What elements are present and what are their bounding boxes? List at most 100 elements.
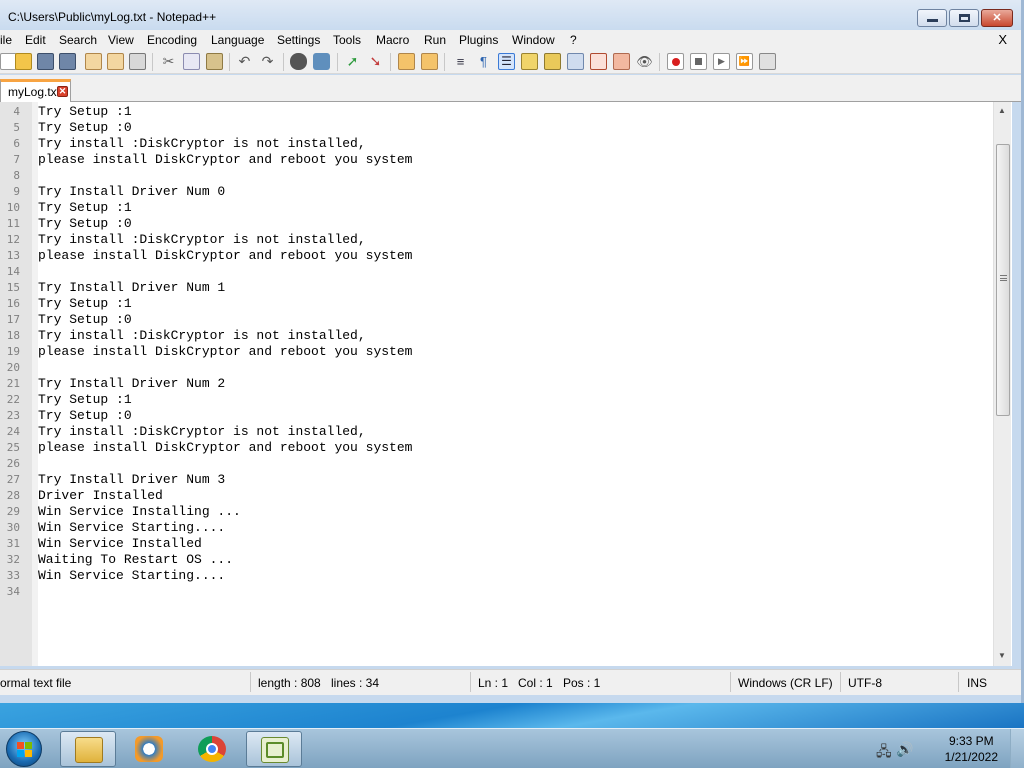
menu-run[interactable]: Run	[424, 33, 446, 47]
editor-line[interactable]: 4 Try Setup :1	[0, 104, 1000, 120]
editor-line[interactable]: 20	[0, 360, 1000, 376]
clock[interactable]: 9:33 PM 1/21/2022	[945, 733, 998, 765]
folder-workspace-icon[interactable]	[590, 53, 607, 70]
show-all-chars-icon[interactable]: ¶	[475, 53, 492, 70]
taskbar-explorer[interactable]	[60, 731, 116, 767]
editor-line[interactable]: 9 Try Install Driver Num 0	[0, 184, 1000, 200]
network-icon[interactable]: 🖧	[876, 741, 892, 765]
editor-line[interactable]: 25 please install DiskCryptor and reboot …	[0, 440, 1000, 456]
editor-line[interactable]: 34	[0, 584, 1000, 600]
open-file-icon[interactable]	[15, 53, 32, 70]
editor-line[interactable]: 22 Try Setup :1	[0, 392, 1000, 408]
editor-line[interactable]: 12 Try install :DiskCryptor is not instal…	[0, 232, 1000, 248]
taskbar-media-player[interactable]	[121, 731, 177, 767]
status-insert-mode[interactable]: INS	[967, 676, 987, 690]
editor-line[interactable]: 24 Try install :DiskCryptor is not instal…	[0, 424, 1000, 440]
play-macro-icon[interactable]: ▶	[713, 53, 730, 70]
scroll-up-icon[interactable]: ▲	[998, 106, 1006, 115]
status-encoding[interactable]: UTF-8	[848, 676, 882, 690]
menu-file[interactable]: ile	[0, 33, 12, 47]
tab-mylog[interactable]: myLog.txt ✕	[0, 79, 71, 102]
editor-line[interactable]: 10 Try Setup :1	[0, 200, 1000, 216]
menu-plugins[interactable]: Plugins	[459, 33, 498, 47]
record-macro-icon[interactable]	[667, 53, 684, 70]
editor-line[interactable]: 5 Try Setup :0	[0, 120, 1000, 136]
eye-icon[interactable]: 👁	[636, 53, 653, 70]
word-wrap-icon[interactable]: ≡	[452, 53, 469, 70]
taskbar-notepadpp[interactable]	[246, 731, 302, 767]
find-icon[interactable]	[290, 53, 307, 70]
editor-line[interactable]: 29 Win Service Installing ...	[0, 504, 1000, 520]
menu-edit[interactable]: Edit	[25, 33, 46, 47]
editor-line[interactable]: 15 Try Install Driver Num 1	[0, 280, 1000, 296]
editor-line[interactable]: 8	[0, 168, 1000, 184]
start-button[interactable]	[6, 731, 42, 767]
editor-area[interactable]: 4 Try Setup :1 5 Try Setup :0 6 Try install :…	[0, 102, 1012, 666]
taskbar-chrome[interactable]	[184, 731, 240, 767]
editor-line[interactable]: 31 Win Service Installed	[0, 536, 1000, 552]
line-text: please install DiskCryptor and reboot yo…	[38, 248, 413, 263]
editor-line[interactable]: 7 please install DiskCryptor and reboot y…	[0, 152, 1000, 168]
status-eol[interactable]: Windows (CR LF)	[738, 676, 833, 690]
editor-line[interactable]: 32 Waiting To Restart OS ...	[0, 552, 1000, 568]
editor-line[interactable]: 18 Try install :DiskCryptor is not instal…	[0, 328, 1000, 344]
editor-line[interactable]: 16 Try Setup :1	[0, 296, 1000, 312]
editor-line[interactable]: 14	[0, 264, 1000, 280]
save-icon[interactable]	[37, 53, 54, 70]
indent-guide-icon[interactable]: ☰	[498, 53, 515, 70]
menu-settings[interactable]: Settings	[277, 33, 320, 47]
close-document-button[interactable]: X	[998, 32, 1007, 47]
close-icon[interactable]	[85, 53, 102, 70]
volume-icon[interactable]: 🔊	[896, 741, 913, 758]
paste-icon[interactable]	[206, 53, 223, 70]
stop-record-icon[interactable]	[690, 53, 707, 70]
show-desktop-button[interactable]	[1010, 729, 1024, 768]
copy-icon[interactable]	[183, 53, 200, 70]
editor-line[interactable]: 27 Try Install Driver Num 3	[0, 472, 1000, 488]
editor-line[interactable]: 11 Try Setup :0	[0, 216, 1000, 232]
editor-line[interactable]: 17 Try Setup :0	[0, 312, 1000, 328]
save-all-icon[interactable]	[59, 53, 76, 70]
close-button[interactable]: ✕	[981, 9, 1013, 27]
editor-line[interactable]: 6 Try install :DiskCryptor is not install…	[0, 136, 1000, 152]
sync-vertical-icon[interactable]	[398, 53, 415, 70]
run-macro-multiple-icon[interactable]: ⏩	[736, 53, 753, 70]
editor-line[interactable]: 21 Try Install Driver Num 2	[0, 376, 1000, 392]
menu-tools[interactable]: Tools	[333, 33, 361, 47]
minimize-button[interactable]	[917, 9, 947, 27]
zoom-out-icon[interactable]: ➘	[367, 53, 384, 70]
editor-line[interactable]: 26	[0, 456, 1000, 472]
monitor-icon[interactable]	[613, 53, 630, 70]
maximize-button[interactable]	[949, 9, 979, 27]
replace-icon[interactable]	[313, 53, 330, 70]
menu-macro[interactable]: Macro	[376, 33, 409, 47]
editor-line[interactable]: 19 please install DiskCryptor and reboot …	[0, 344, 1000, 360]
function-list-icon[interactable]	[567, 53, 584, 70]
undo-icon[interactable]: ↶	[236, 53, 253, 70]
menu-view[interactable]: View	[108, 33, 134, 47]
menu-window[interactable]: Window	[512, 33, 555, 47]
save-macro-icon[interactable]	[759, 53, 776, 70]
tab-close-icon[interactable]: ✕	[57, 86, 68, 97]
scroll-down-icon[interactable]: ▼	[998, 651, 1006, 660]
cut-icon[interactable]: ✂	[160, 53, 177, 70]
editor-line[interactable]: 30 Win Service Starting....	[0, 520, 1000, 536]
user-lang-icon[interactable]	[521, 53, 538, 70]
zoom-in-icon[interactable]: ➚	[344, 53, 361, 70]
editor-line[interactable]: 28 Driver Installed	[0, 488, 1000, 504]
menu-help[interactable]: ?	[570, 33, 577, 47]
title-bar[interactable]: C:\Users\Public\myLog.txt - Notepad++ ✕	[0, 0, 1021, 30]
editor-line[interactable]: 13 please install DiskCryptor and reboot …	[0, 248, 1000, 264]
menu-encoding[interactable]: Encoding	[147, 33, 197, 47]
menu-search[interactable]: Search	[59, 33, 97, 47]
scrollbar-thumb[interactable]	[996, 144, 1010, 416]
menu-language[interactable]: Language	[211, 33, 264, 47]
editor-line[interactable]: 33 Win Service Starting....	[0, 568, 1000, 584]
sync-horizontal-icon[interactable]	[421, 53, 438, 70]
redo-icon[interactable]: ↷	[259, 53, 276, 70]
editor-line[interactable]: 23 Try Setup :0	[0, 408, 1000, 424]
vertical-scrollbar[interactable]: ▲ ▼	[993, 102, 1011, 666]
doc-map-icon[interactable]	[544, 53, 561, 70]
print-icon[interactable]	[129, 53, 146, 70]
close-all-icon[interactable]	[107, 53, 124, 70]
